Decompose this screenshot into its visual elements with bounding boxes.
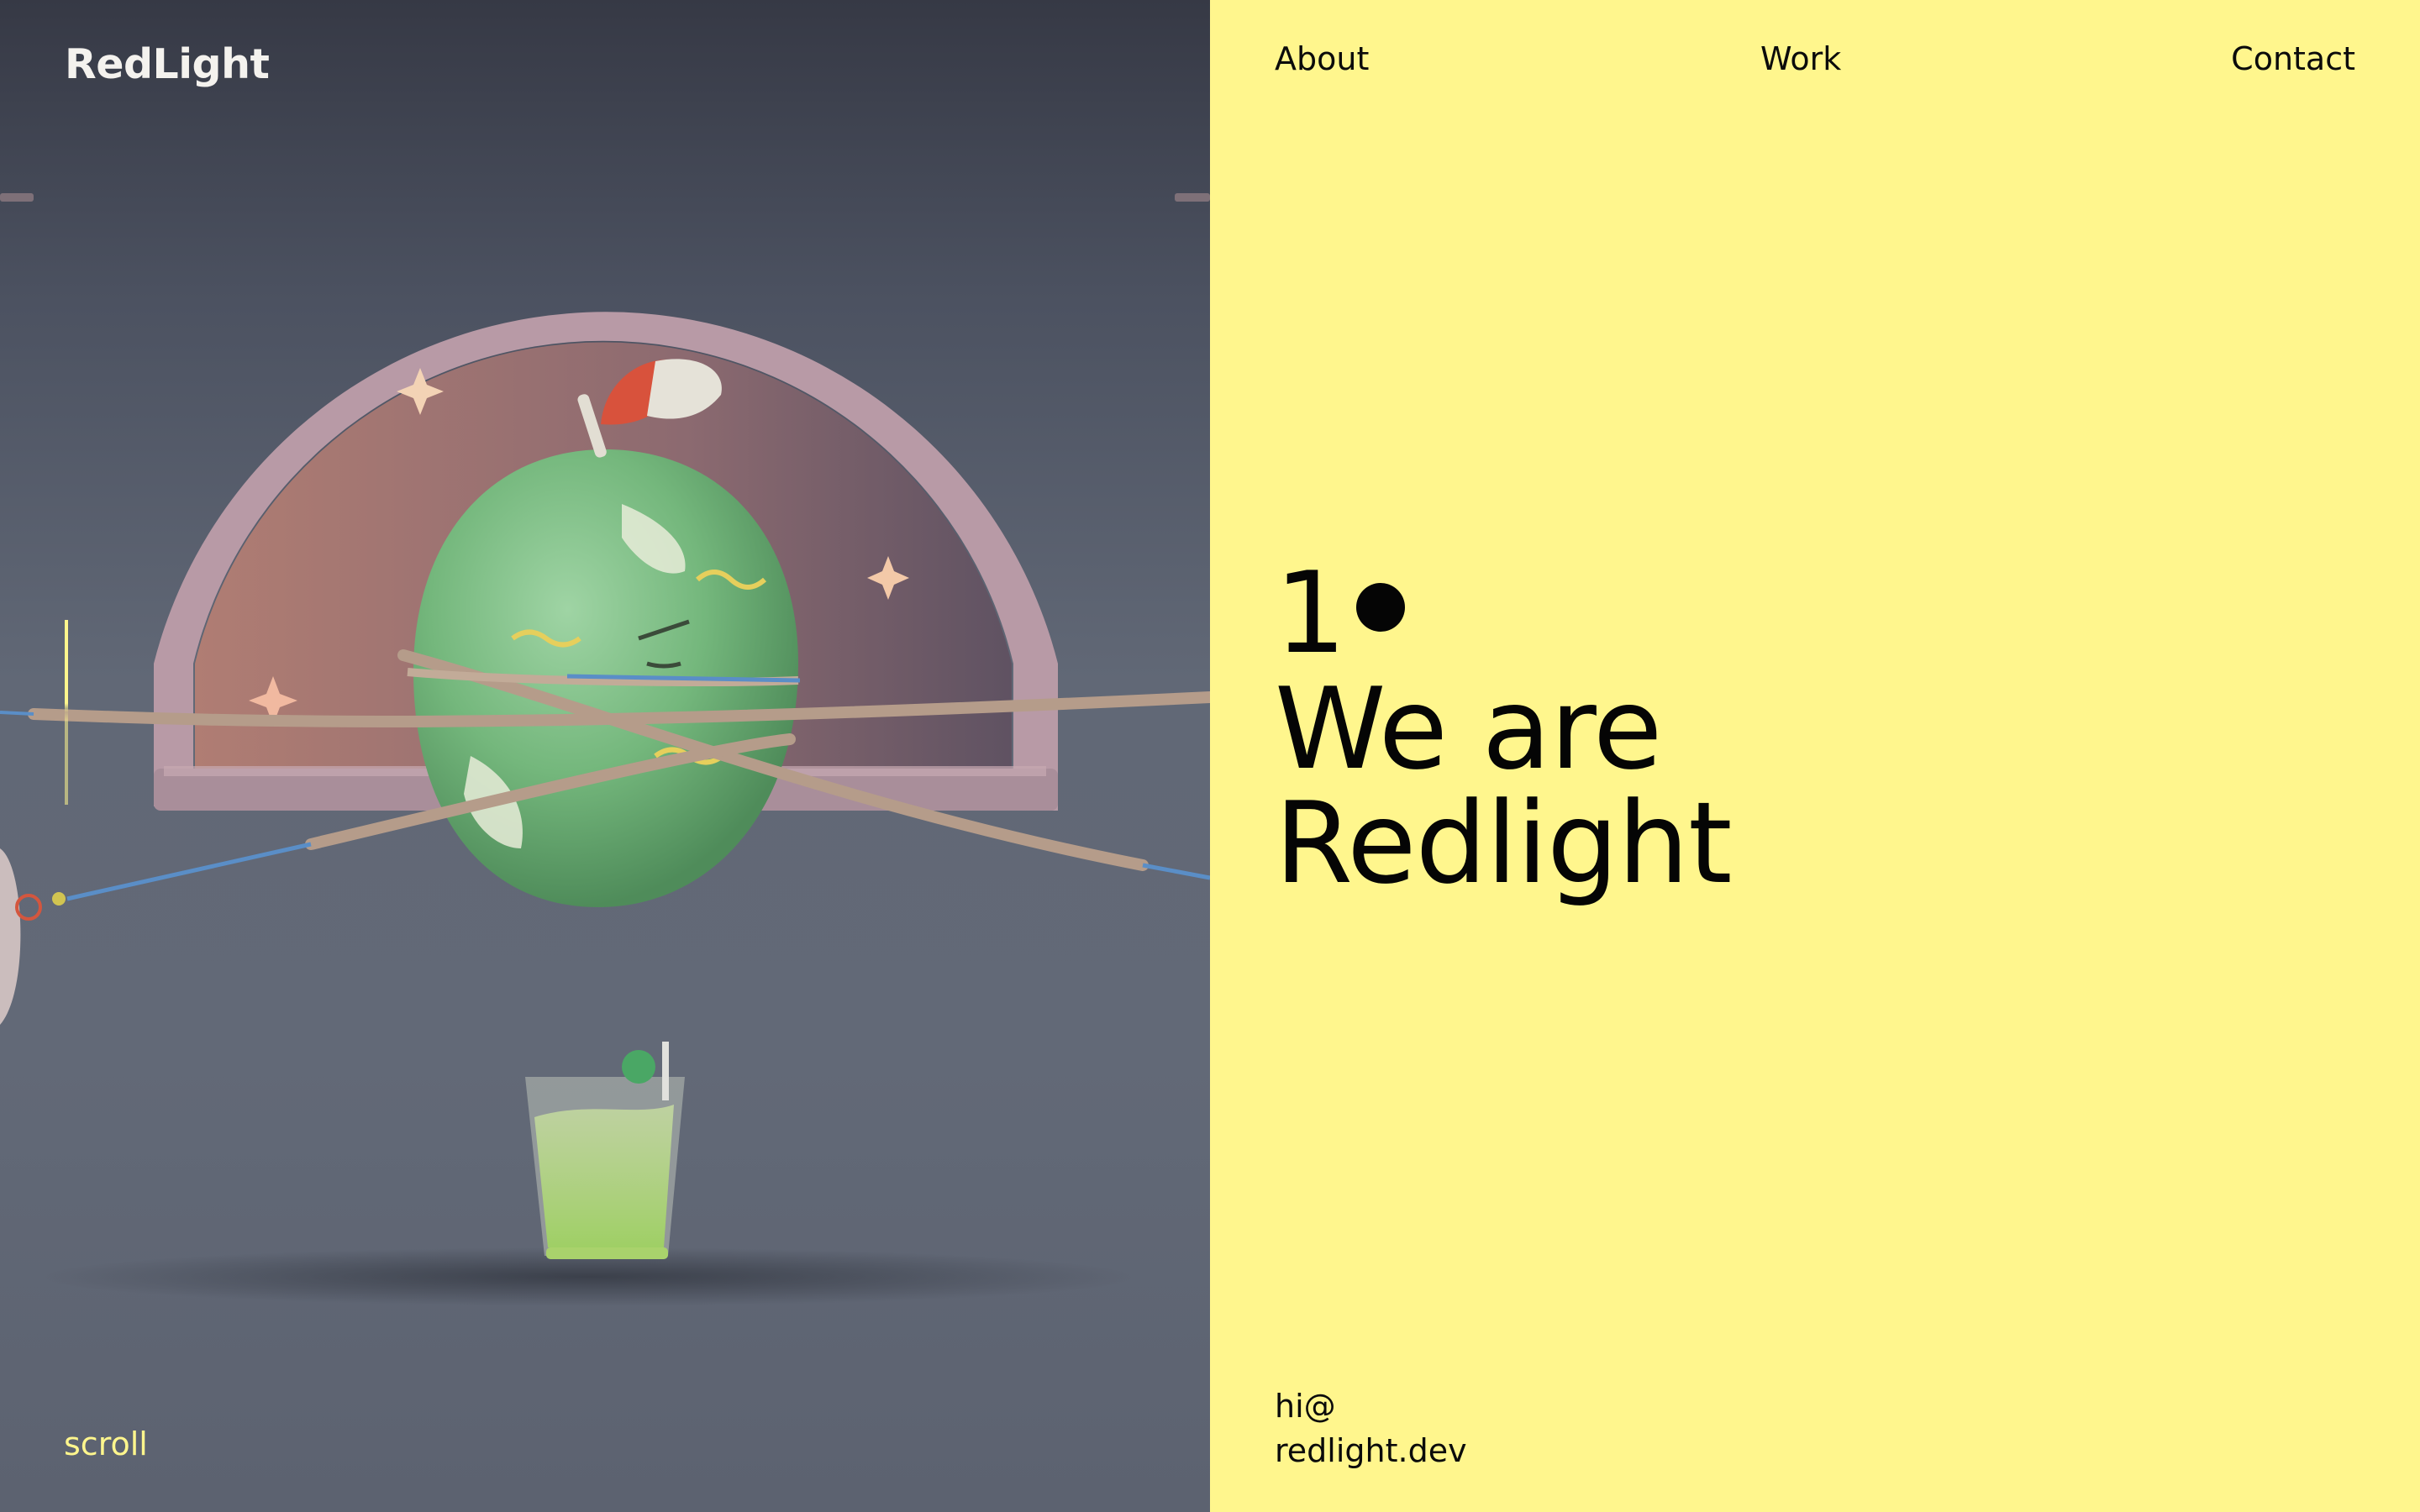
contact-email-link[interactable]: hi@ redlight.dev (1275, 1384, 1467, 1473)
brand-logo[interactable]: RedLight (65, 44, 270, 85)
page-title-line-1: We are (1275, 664, 1662, 795)
hero-panel: RedLight scroll (0, 0, 1210, 1512)
nav-link-contact[interactable]: Contact (2231, 40, 2355, 79)
intro-heading-block: 1 We are Redlight (1275, 554, 2115, 900)
section-number: 1 (1275, 554, 2115, 672)
page-title-line-2: Redlight (1275, 778, 1733, 909)
intro-panel: About Work Contact 1 We are Redlight hi@… (1210, 0, 2420, 1512)
hero-3d-scene-image (0, 193, 1210, 1306)
contact-email-line-2: redlight.dev (1275, 1432, 1467, 1469)
contact-email-line-1: hi@ (1275, 1388, 1336, 1425)
scroll-progress-indicator (65, 620, 68, 805)
nav-link-work[interactable]: Work (1760, 40, 1841, 79)
scroll-hint[interactable]: scroll (64, 1428, 148, 1460)
page: RedLight scroll About Work Contact 1 We … (0, 0, 2420, 1512)
section-dot-icon (1356, 583, 1406, 632)
main-nav: About Work Contact (1210, 40, 2420, 82)
section-number-text: 1 (1275, 548, 1347, 679)
page-title: We are Redlight (1275, 672, 2115, 900)
nav-link-about[interactable]: About (1275, 40, 1369, 79)
